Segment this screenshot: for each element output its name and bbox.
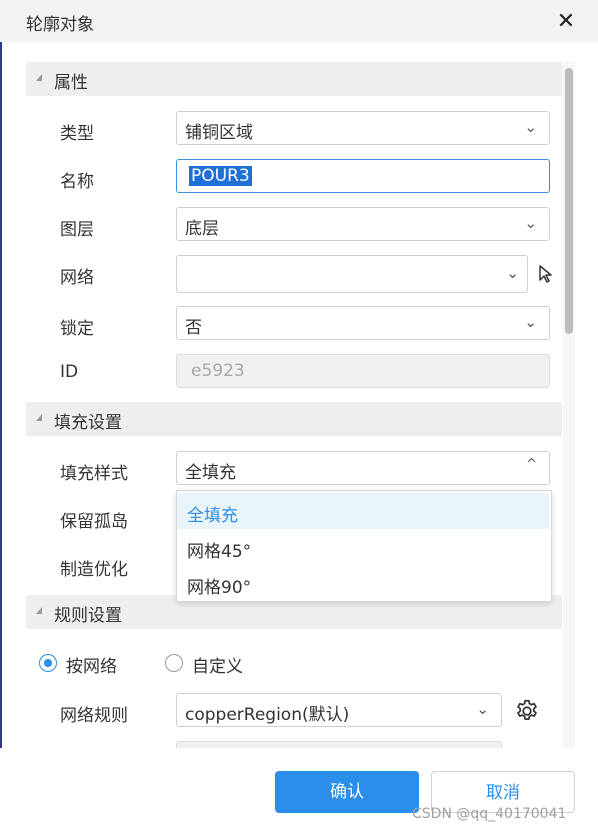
fill-style-dropdown: 全填充 网格45° 网格90° <box>176 490 552 602</box>
custom-radio[interactable] <box>165 654 183 672</box>
dialog-title: 轮廓对象 <box>26 15 94 35</box>
chevron-down-icon: ⌄ <box>524 313 537 331</box>
collapse-triangle-icon <box>36 607 42 614</box>
fill-style-select-value: 全填充 <box>185 463 236 483</box>
net-select[interactable]: ⌄ <box>176 255 528 293</box>
lock-select[interactable]: 否 ⌄ <box>176 306 550 340</box>
chevron-down-icon: ⌄ <box>476 700 489 718</box>
layer-select[interactable]: 底层 ⌄ <box>176 207 550 241</box>
type-select-value: 铺铜区域 <box>185 123 253 143</box>
fill-option[interactable]: 全填充 <box>177 493 549 529</box>
contour-object-dialog: 轮廓对象 ✕ 属性 类型 铺铜区域 ⌄ 名称 POUR3 图层 底层 ⌄ 网络 … <box>0 0 598 834</box>
custom-label: 自定义 <box>192 657 243 677</box>
collapse-triangle-icon <box>36 74 42 81</box>
vertical-scrollbar[interactable] <box>563 62 575 748</box>
scrollbar-thumb[interactable] <box>565 68 573 334</box>
watermark-text: CSDN @qq_40170041 <box>412 806 567 822</box>
name-input-value: POUR3 <box>189 166 252 186</box>
section-fill-title: 填充设置 <box>54 413 122 433</box>
optimize-label: 制造优化 <box>60 560 128 580</box>
by-net-label: 按网络 <box>66 657 117 677</box>
fill-option-label: 网格45° <box>187 542 252 562</box>
by-net-radio[interactable] <box>39 654 57 672</box>
type-label: 类型 <box>60 124 94 144</box>
net-label: 网络 <box>60 268 94 288</box>
type-select[interactable]: 铺铜区域 ⌄ <box>176 111 550 145</box>
section-rules-title: 规则设置 <box>54 606 122 626</box>
dialog-content <box>0 42 598 748</box>
fill-style-label: 填充样式 <box>60 464 128 484</box>
section-properties[interactable]: 属性 <box>26 62 562 96</box>
layer-select-value: 底层 <box>185 219 219 239</box>
chevron-down-icon: ⌄ <box>506 264 519 282</box>
section-properties-title: 属性 <box>54 73 88 93</box>
fill-option-label: 全填充 <box>187 506 238 526</box>
net-rule-select[interactable]: copperRegion(默认) ⌄ <box>176 693 502 727</box>
dialog-titlebar: 轮廓对象 ✕ <box>0 0 598 42</box>
pick-pointer-icon[interactable] <box>538 264 554 284</box>
lock-select-value: 否 <box>185 318 202 338</box>
chevron-down-icon: ⌄ <box>524 118 537 136</box>
layer-label: 图层 <box>60 220 94 240</box>
fill-option-label: 网格90° <box>187 578 252 598</box>
fill-style-select[interactable]: 全填充 ^ <box>176 451 550 485</box>
name-input[interactable]: POUR3 <box>176 159 550 193</box>
section-fill[interactable]: 填充设置 <box>26 402 562 436</box>
keep-islands-label: 保留孤岛 <box>60 512 128 532</box>
next-field-partial <box>176 741 502 748</box>
id-field: e5923 <box>176 354 550 388</box>
fill-option[interactable]: 网格45° <box>177 529 549 565</box>
fill-option[interactable]: 网格90° <box>177 565 549 601</box>
id-value: e5923 <box>191 361 245 381</box>
name-selected-text: POUR3 <box>189 166 252 186</box>
net-rule-select-value: copperRegion(默认) <box>185 705 350 725</box>
chevron-down-icon: ⌄ <box>524 214 537 232</box>
chevron-up-icon: ^ <box>526 457 537 472</box>
id-label: ID <box>60 362 79 382</box>
name-label: 名称 <box>60 172 94 192</box>
close-icon[interactable]: ✕ <box>552 8 580 36</box>
collapse-triangle-icon <box>36 414 42 421</box>
confirm-button[interactable]: 确认 <box>275 771 419 813</box>
net-rule-label: 网络规则 <box>60 706 128 726</box>
gear-icon[interactable] <box>514 698 540 724</box>
lock-label: 锁定 <box>60 319 94 339</box>
